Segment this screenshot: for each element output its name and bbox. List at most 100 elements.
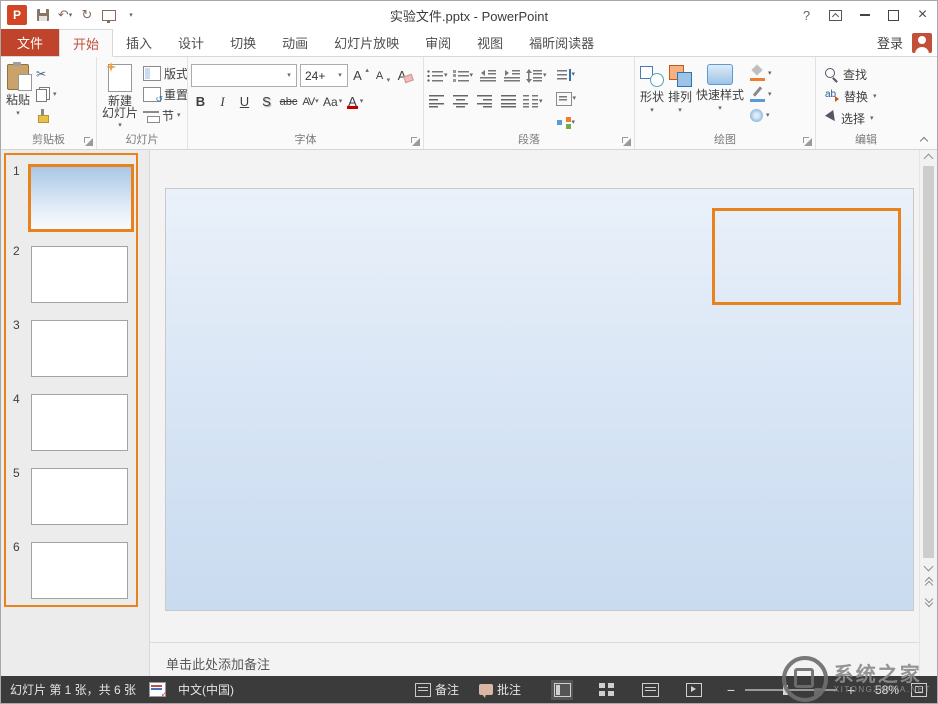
align-center-button[interactable]	[451, 92, 470, 111]
text-shadow-button[interactable]: S	[257, 92, 276, 111]
previous-slide-button[interactable]	[920, 574, 937, 592]
zoom-slider[interactable]	[745, 683, 837, 697]
align-right-button[interactable]	[475, 92, 494, 111]
tab-design[interactable]: 设计	[165, 29, 217, 56]
convert-to-smartart-button[interactable]	[556, 113, 577, 132]
slide-4-thumbnail[interactable]	[31, 394, 128, 451]
normal-view-button[interactable]	[551, 680, 573, 700]
spellcheck-icon[interactable]	[149, 682, 166, 697]
shapes-button[interactable]: 形状	[638, 60, 666, 133]
notes-toggle-button[interactable]: 备注	[415, 681, 459, 698]
arrange-button[interactable]: 排列	[666, 60, 694, 133]
bullets-button[interactable]	[427, 66, 448, 85]
zoom-out-button[interactable]: −	[723, 682, 739, 698]
shape-outline-button[interactable]	[750, 86, 772, 103]
tab-file[interactable]: 文件	[1, 29, 59, 56]
change-case-button[interactable]: Aa	[323, 92, 342, 111]
slide-sorter-view-button[interactable]	[595, 680, 617, 700]
copy-button[interactable]	[36, 86, 57, 103]
select-button[interactable]: 选择	[825, 109, 877, 127]
fit-slide-to-window-button[interactable]	[911, 683, 927, 697]
slide-6-thumbnail[interactable]	[31, 542, 128, 599]
scroll-down-button[interactable]	[920, 558, 937, 574]
language-indicator[interactable]: 中文(中国)	[178, 681, 234, 698]
scrollbar-thumb[interactable]	[923, 166, 934, 558]
drawing-dialog-launcher[interactable]	[803, 137, 812, 146]
underline-button[interactable]: U	[235, 92, 254, 111]
tab-home[interactable]: 开始	[59, 29, 113, 57]
line-spacing-button[interactable]	[526, 66, 547, 85]
help-button[interactable]	[792, 1, 821, 29]
shape-fill-button[interactable]	[750, 65, 772, 82]
notes-pane[interactable]: 单击此处添加备注	[150, 642, 919, 680]
user-avatar-icon[interactable]	[912, 33, 932, 53]
vertical-scrollbar[interactable]	[919, 150, 937, 680]
tab-slideshow[interactable]: 幻灯片放映	[321, 29, 412, 56]
zoom-in-button[interactable]: +	[843, 682, 859, 698]
tab-review[interactable]: 审阅	[412, 29, 464, 56]
slide-2-thumbnail[interactable]	[31, 246, 128, 303]
collapse-ribbon-button[interactable]	[919, 135, 929, 143]
layout-button[interactable]: 版式	[143, 64, 187, 83]
decrease-indent-button[interactable]	[478, 66, 497, 85]
ribbon-display-options-button[interactable]	[821, 1, 850, 29]
numbering-button[interactable]	[453, 66, 474, 85]
slide-canvas[interactable]	[165, 188, 914, 611]
sign-in-link[interactable]: 登录	[877, 33, 903, 52]
slideshow-view-button[interactable]	[683, 680, 705, 700]
paste-button[interactable]: 粘贴	[4, 60, 32, 133]
font-dialog-launcher[interactable]	[411, 137, 420, 146]
slide-indicator[interactable]: 幻灯片 第 1 张，共 6 张	[10, 681, 136, 698]
zoom-slider-thumb[interactable]	[783, 685, 788, 695]
minimize-button[interactable]	[850, 1, 879, 29]
maximize-button[interactable]	[879, 1, 908, 29]
shape-effects-button[interactable]	[750, 107, 772, 124]
scroll-up-button[interactable]	[920, 150, 937, 166]
tab-transitions[interactable]: 切换	[217, 29, 269, 56]
justify-button[interactable]	[499, 92, 518, 111]
comments-toggle-button[interactable]: 批注	[479, 681, 521, 698]
font-size-combo[interactable]: 24+	[300, 64, 348, 87]
replace-button[interactable]: 替换	[825, 87, 877, 105]
font-name-combo[interactable]	[191, 64, 297, 87]
clear-formatting-button[interactable]: A	[395, 66, 414, 85]
save-button[interactable]	[32, 4, 54, 26]
decrease-font-size-button[interactable]: A	[373, 66, 392, 85]
format-painter-button[interactable]	[36, 107, 57, 124]
text-direction-button[interactable]	[556, 65, 577, 84]
character-spacing-button[interactable]: AV	[301, 92, 320, 111]
find-button[interactable]: 查找	[825, 65, 877, 83]
increase-font-size-button[interactable]: A	[351, 66, 370, 85]
font-color-button[interactable]: A	[345, 92, 364, 111]
increase-indent-button[interactable]	[502, 66, 521, 85]
tab-foxit-reader[interactable]: 福昕阅读器	[516, 29, 607, 56]
reset-button[interactable]: 重置	[143, 85, 187, 104]
align-left-button[interactable]	[427, 92, 446, 111]
cut-button[interactable]	[36, 65, 57, 82]
tab-insert[interactable]: 插入	[113, 29, 165, 56]
next-slide-button[interactable]	[920, 592, 937, 610]
bold-button[interactable]: B	[191, 92, 210, 111]
slide-thumbnail-panel[interactable]: 1 2 3 4 5 6	[1, 150, 150, 680]
columns-button[interactable]	[523, 92, 543, 111]
zoom-level[interactable]: 58%	[863, 683, 899, 697]
customize-quick-access-button[interactable]	[120, 4, 142, 26]
slide-3-thumbnail[interactable]	[31, 320, 128, 377]
clipboard-dialog-launcher[interactable]	[84, 137, 93, 146]
tab-view[interactable]: 视图	[464, 29, 516, 56]
redo-button[interactable]	[76, 4, 98, 26]
start-slideshow-button[interactable]	[98, 4, 120, 26]
strikethrough-button[interactable]: abc	[279, 92, 298, 111]
tab-animations[interactable]: 动画	[269, 29, 321, 56]
notes-placeholder[interactable]: 单击此处添加备注	[166, 657, 270, 672]
quick-styles-button[interactable]: 快速样式	[694, 60, 746, 133]
italic-button[interactable]: I	[213, 92, 232, 111]
undo-button[interactable]	[54, 4, 76, 26]
slide-1-thumbnail[interactable]	[28, 164, 134, 232]
section-button[interactable]: 节	[143, 106, 187, 125]
reading-view-button[interactable]	[639, 680, 661, 700]
align-text-button[interactable]	[556, 89, 577, 108]
paragraph-dialog-launcher[interactable]	[622, 137, 631, 146]
slide-5-thumbnail[interactable]	[31, 468, 128, 525]
new-slide-button[interactable]: 新建 幻灯片	[100, 60, 140, 133]
